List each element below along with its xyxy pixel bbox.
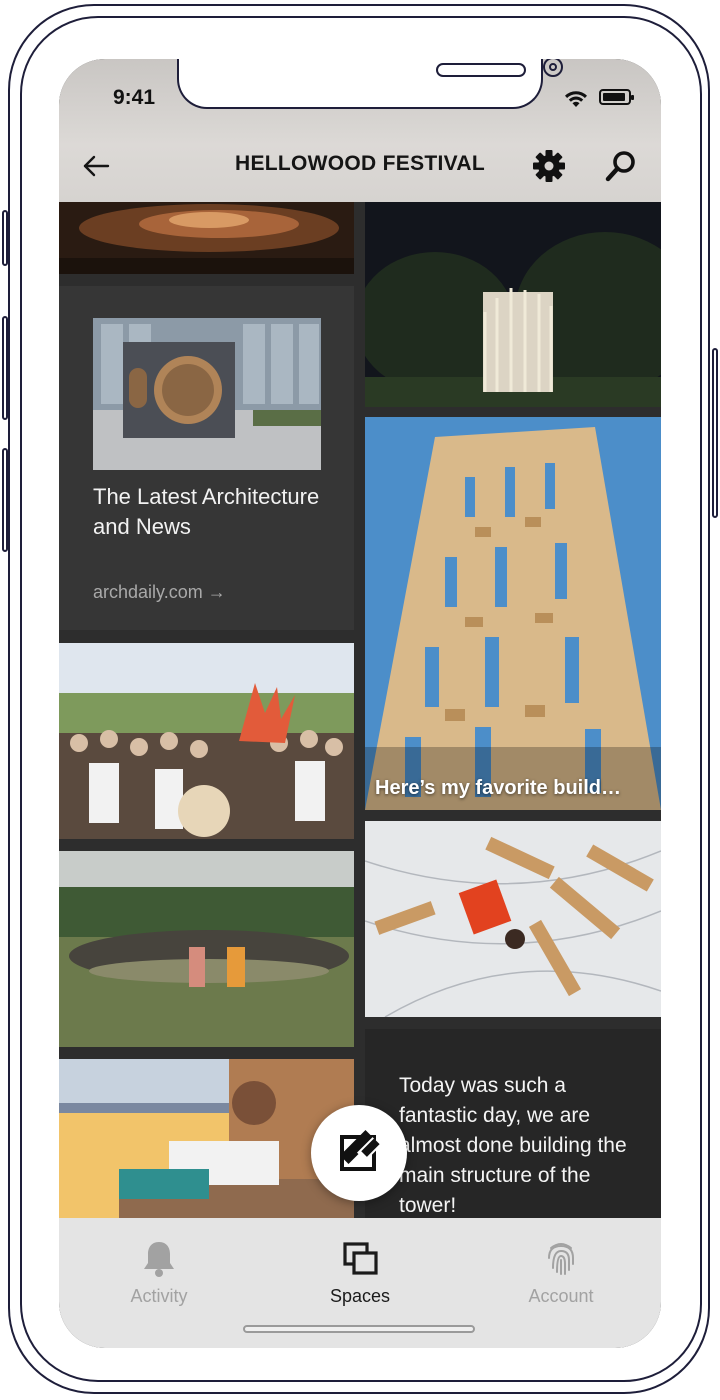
swing-photo: [59, 1059, 354, 1218]
post-text: Today was such a fantastic day, we are a…: [399, 1074, 627, 1217]
fingerprint-icon: [548, 1243, 574, 1275]
link-title: The Latest Architecture and News: [93, 484, 320, 539]
photo-wooden-tower[interactable]: Here’s my favorite build…: [365, 417, 661, 810]
spaces-icon: [343, 1242, 378, 1275]
tab-label-activity: Activity: [130, 1286, 188, 1306]
tab-activity[interactable]: Activity: [59, 1218, 259, 1328]
link-card[interactable]: The Latest Architecture and News archdai…: [59, 286, 354, 630]
battery-icon: [599, 89, 634, 105]
cave-photo: [59, 202, 354, 274]
wooden-tower-photo: [365, 417, 661, 810]
status-time: 9:41: [113, 86, 156, 109]
header-bar: 9:41 HELLOWOOD FESTIVAL: [59, 59, 661, 202]
tab-label-spaces: Spaces: [329, 1286, 391, 1306]
edit-icon: [340, 1130, 382, 1171]
speaker: [436, 63, 526, 77]
link-domain[interactable]: archdaily.com →: [93, 582, 226, 603]
search-icon: [605, 151, 635, 182]
crowd-photo: [59, 643, 354, 839]
tab-account[interactable]: Account: [461, 1218, 661, 1328]
notch: [177, 59, 563, 109]
gear-icon: [533, 150, 565, 182]
builder-photo: [365, 821, 661, 1017]
photo-swing[interactable]: [59, 1059, 354, 1218]
arrow-left-icon: [83, 155, 110, 177]
photo-night-tower[interactable]: [365, 202, 661, 407]
back-button[interactable]: [81, 151, 111, 181]
volume-up-button: [2, 316, 8, 420]
photo-caption: Here’s my favorite build…: [375, 777, 621, 799]
mute-switch: [2, 210, 8, 266]
search-button[interactable]: [603, 148, 639, 184]
compose-button[interactable]: [311, 1105, 407, 1201]
text-post-card[interactable]: Today was such a fantastic day, we are a…: [365, 1029, 661, 1218]
wifi-icon: [565, 91, 587, 107]
tab-label-account: Account: [528, 1286, 594, 1306]
bell-icon: [144, 1242, 174, 1277]
spaces-feed[interactable]: The Latest Architecture and News archdai…: [59, 202, 661, 1218]
settings-button[interactable]: [531, 148, 567, 184]
field-photo: [59, 851, 354, 1047]
volume-down-button: [2, 448, 8, 552]
photo-cave[interactable]: [59, 202, 354, 274]
photo-crowd[interactable]: [59, 643, 354, 839]
home-indicator: [243, 1325, 475, 1333]
tab-spaces[interactable]: Spaces: [260, 1218, 460, 1328]
app-screen: 9:41 HELLOWOOD FESTIVAL The Latest Archi…: [59, 59, 661, 1348]
front-camera: [543, 59, 563, 77]
night-tower-photo: [365, 202, 661, 407]
power-button: [712, 348, 718, 518]
page-title: HELLOWOOD FESTIVAL: [235, 152, 485, 175]
photo-field-gathering[interactable]: [59, 851, 354, 1047]
photo-builder[interactable]: [365, 821, 661, 1017]
link-thumbnail: [93, 318, 321, 470]
